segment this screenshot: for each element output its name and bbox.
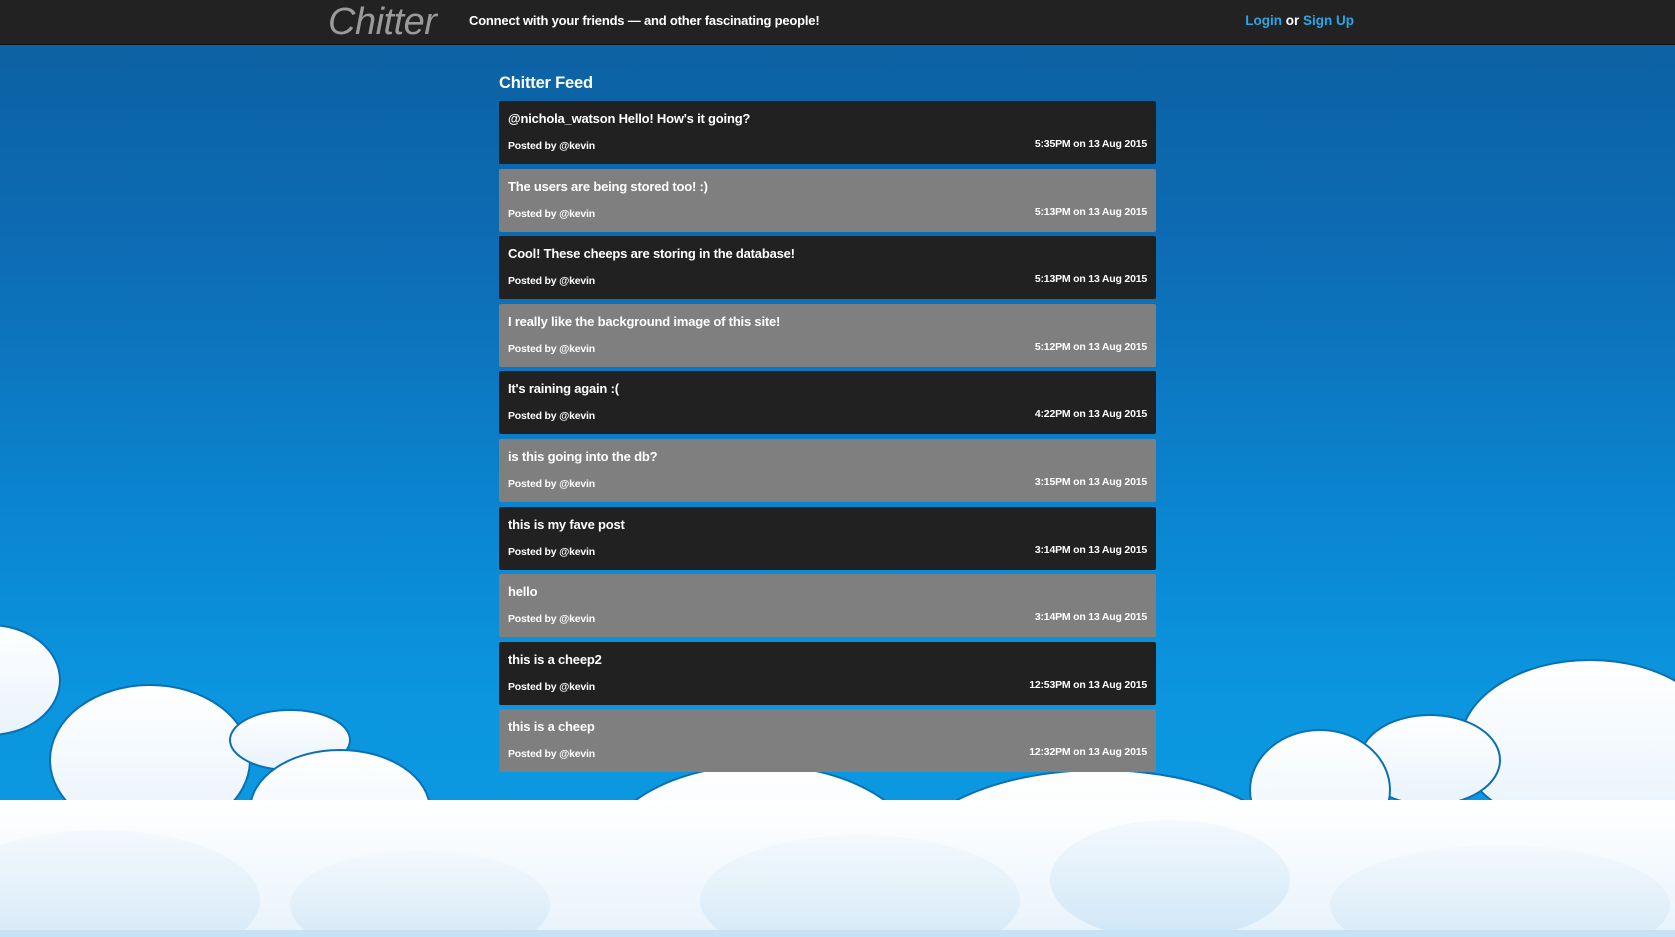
peep-author: Posted by @kevin	[508, 207, 595, 220]
chitter-feed: Chitter Feed @nichola_watson Hello! How'…	[499, 73, 1156, 777]
peep-item: this is a cheep2 Posted by @kevin 12:53P…	[499, 641, 1156, 705]
peep-text: It's raining again :(	[508, 381, 619, 397]
peep-item: It's raining again :( Posted by @kevin 4…	[499, 371, 1156, 435]
login-link[interactable]: Login	[1245, 13, 1282, 28]
peep-timestamp: 5:35PM on 13 Aug 2015	[1034, 138, 1147, 150]
peep-text: I really like the background image of th…	[508, 313, 781, 329]
peep-timestamp: 3:14PM on 13 Aug 2015	[1034, 611, 1147, 624]
peep-timestamp: 12:53PM on 13 Aug 2015	[1029, 678, 1147, 691]
peep-item: The users are being stored too! :) Poste…	[499, 168, 1156, 232]
peep-timestamp: 5:13PM on 13 Aug 2015	[1034, 273, 1147, 286]
or-text: or	[1285, 13, 1300, 28]
peep-text: this is my fave post	[508, 516, 625, 532]
peep-author: Posted by @kevin	[508, 477, 595, 490]
peep-text: is this going into the db?	[508, 448, 658, 464]
peep-timestamp: 3:14PM on 13 Aug 2015	[1034, 543, 1147, 556]
peep-timestamp: 3:15PM on 13 Aug 2015	[1034, 475, 1147, 488]
peep-item: Cool! These cheeps are storing in the da…	[499, 236, 1156, 300]
peep-author: Posted by @kevin	[508, 410, 595, 423]
peep-author: Posted by @kevin	[508, 545, 595, 558]
peep-author: Posted by @kevin	[508, 680, 595, 693]
peep-text: hello	[508, 584, 538, 600]
peep-timestamp: 4:22PM on 13 Aug 2015	[1034, 408, 1147, 421]
peep-timestamp: 5:12PM on 13 Aug 2015	[1034, 340, 1147, 353]
peep-item: this is my fave post Posted by @kevin 3:…	[499, 506, 1156, 570]
peep-text: this is a cheep2	[508, 651, 602, 667]
peep-item: this is a cheep Posted by @kevin 12:32PM…	[499, 709, 1156, 773]
brand-logo[interactable]: Chitter	[328, 1, 437, 43]
top-navbar: Chitter Connect with your friends — and …	[0, 0, 1675, 45]
feed-title: Chitter Feed	[499, 74, 593, 92]
peep-author: Posted by @kevin	[508, 748, 595, 761]
peep-author: Posted by @kevin	[508, 613, 595, 626]
tagline: Connect with your friends — and other fa…	[469, 13, 820, 28]
auth-links: Login or Sign Up	[1245, 13, 1354, 28]
peep-author: Posted by @kevin	[508, 275, 595, 288]
peep-timestamp: 12:32PM on 13 Aug 2015	[1029, 746, 1147, 759]
signup-link[interactable]: Sign Up	[1303, 13, 1354, 28]
peep-item: is this going into the db? Posted by @ke…	[499, 438, 1156, 502]
peep-text: @nichola_watson Hello! How's it going?	[508, 111, 751, 126]
peep-author: Posted by @kevin	[508, 342, 595, 355]
peep-timestamp: 5:13PM on 13 Aug 2015	[1034, 205, 1147, 218]
peep-item: @nichola_watson Hello! How's it going? P…	[499, 101, 1156, 164]
peep-author: Posted by @kevin	[508, 140, 595, 152]
peep-text: this is a cheep	[508, 719, 595, 735]
peep-text: The users are being stored too! :)	[508, 178, 708, 194]
peep-item: hello Posted by @kevin 3:14PM on 13 Aug …	[499, 574, 1156, 638]
peep-text: Cool! These cheeps are storing in the da…	[508, 246, 795, 262]
peep-item: I really like the background image of th…	[499, 303, 1156, 367]
